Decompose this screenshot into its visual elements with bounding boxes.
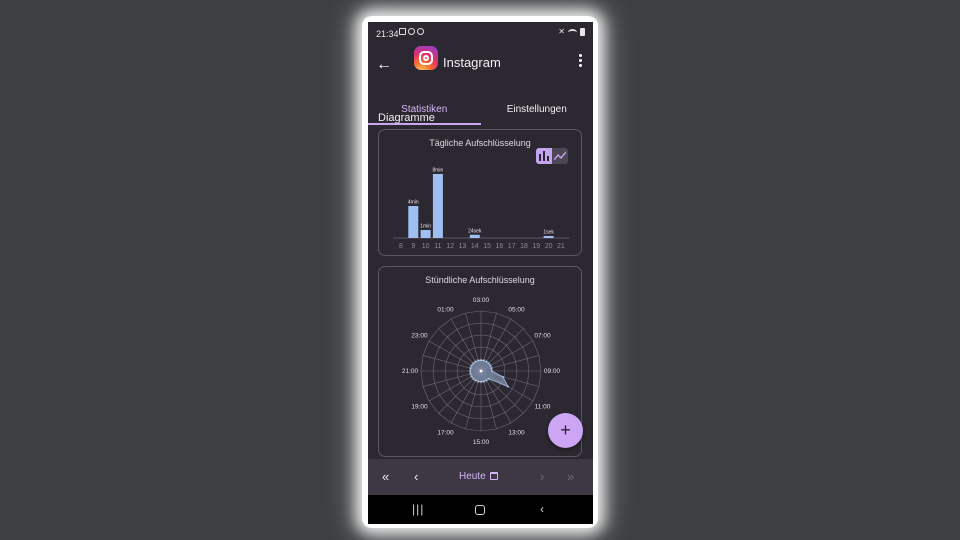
x-tick-9: 9 — [411, 243, 415, 250]
recent-apps-icon[interactable]: ||| — [412, 495, 424, 524]
data-point-05 — [485, 360, 488, 363]
date-navigation-bar: « ‹ Heute › » — [368, 459, 593, 495]
data-label-11: 8min — [432, 168, 443, 174]
data-point-14 — [482, 380, 485, 383]
data-point-08 — [490, 367, 493, 370]
instagram-logo-icon — [414, 46, 438, 70]
daily-chart-card: Tägliche Aufschlüsselung 8 4min 9 1min 10 8mi… — [378, 129, 582, 256]
bar-11 — [432, 174, 443, 238]
add-fab-button[interactable]: + — [548, 413, 583, 448]
data-point-10 — [502, 376, 504, 378]
hour-tick-1100: 11:00 — [535, 404, 551, 411]
center-dot — [479, 369, 483, 373]
system-nav-bar: ||| ‹ — [368, 495, 593, 524]
data-point-03 — [480, 359, 482, 362]
x-tick-14: 14 — [471, 243, 479, 250]
data-point-17 — [474, 379, 477, 382]
today-label: Heute — [459, 471, 486, 482]
bar-10 — [420, 230, 431, 238]
next-icon[interactable]: › — [540, 459, 544, 495]
home-icon[interactable] — [475, 505, 485, 515]
data-point-11 — [507, 385, 509, 388]
bar-20 — [543, 236, 554, 238]
bar-14 — [469, 234, 480, 238]
app-title: Instagram — [443, 55, 501, 70]
hour-tick-1900: 19:00 — [411, 404, 428, 411]
data-polygon — [469, 359, 509, 388]
previous-icon[interactable]: ‹ — [414, 459, 418, 495]
x-tick-21: 21 — [557, 243, 565, 250]
hour-tick-1300: 13:00 — [508, 430, 525, 437]
data-point-23 — [470, 364, 473, 367]
phone-screen: 21:34 ✕ ← Instagram Statistiken Einstell… — [368, 22, 593, 524]
hour-tick-2300: 23:00 — [411, 333, 428, 340]
notification-icons — [399, 28, 424, 35]
data-label-14: 24sek — [468, 228, 482, 234]
x-tick-12: 12 — [446, 243, 454, 250]
data-point-12 — [487, 377, 490, 380]
x-tick-16: 16 — [496, 243, 504, 250]
data-label-10: 1min — [420, 224, 431, 230]
calendar-icon — [489, 472, 498, 480]
hour-tick-1700: 17:00 — [437, 430, 454, 437]
data-point-13 — [485, 379, 488, 382]
data-point-22 — [469, 367, 472, 370]
more-vert-icon[interactable] — [579, 54, 583, 67]
battery-icon — [580, 28, 585, 36]
tab-einstellungen[interactable]: Einstellungen — [481, 92, 594, 125]
wifi-icon — [568, 28, 577, 36]
today-button[interactable]: Heute — [459, 459, 498, 495]
hour-tick-0700: 07:00 — [534, 333, 551, 340]
x-tick-13: 13 — [459, 243, 467, 250]
hour-tick-0300: 03:00 — [473, 297, 490, 304]
hour-tick-2100: 21:00 — [402, 368, 419, 375]
data-point-07 — [489, 364, 492, 367]
hour-tick-1500: 15:00 — [473, 439, 490, 446]
data-point-04 — [482, 359, 485, 362]
back-arrow-icon[interactable]: ← — [376, 56, 392, 74]
data-point-09 — [490, 370, 493, 372]
x-tick-18: 18 — [520, 243, 528, 250]
x-tick-20: 20 — [545, 243, 553, 250]
bar-9 — [408, 206, 419, 238]
data-label-9: 4min — [408, 200, 419, 206]
last-page-icon[interactable]: » — [567, 459, 574, 495]
system-back-icon[interactable]: ‹ — [540, 495, 544, 524]
data-point-19 — [470, 375, 473, 378]
section-title: Diagramme — [378, 112, 435, 124]
data-point-20 — [469, 372, 472, 375]
x-tick-17: 17 — [508, 243, 516, 250]
data-point-21 — [469, 370, 472, 372]
image-icon — [399, 28, 406, 35]
x-tick-10: 10 — [422, 243, 430, 250]
data-point-15 — [480, 380, 482, 383]
x-tick-19: 19 — [532, 243, 540, 250]
x-tick-15: 15 — [483, 243, 491, 250]
app-bar: ← Instagram — [368, 46, 593, 92]
data-point-01 — [474, 360, 477, 363]
x-tick-8: 8 — [399, 243, 403, 250]
check-circle-icon — [408, 28, 415, 35]
hour-tick-0900: 09:00 — [544, 368, 561, 375]
data-point-00 — [472, 362, 475, 365]
status-time: 21:34 — [376, 29, 399, 39]
daily-bar-chart: 8 4min 9 1min 10 8min 11 12 13 24sek 14 15 16 17 18 19 1… — [393, 168, 569, 250]
data-point-18 — [472, 377, 475, 380]
data-point-06 — [487, 362, 490, 365]
check-circle-icon — [417, 28, 424, 35]
data-label-20: 1sek — [543, 230, 554, 236]
data-point-02 — [477, 359, 480, 362]
status-bar: 21:34 ✕ — [368, 22, 593, 46]
x-tick-11: 11 — [434, 243, 441, 250]
mute-icon: ✕ — [558, 27, 565, 36]
hour-tick-0500: 05:00 — [508, 307, 525, 314]
hour-tick-0100: 01:00 — [437, 307, 454, 314]
data-point-16 — [477, 380, 480, 383]
first-page-icon[interactable]: « — [382, 459, 389, 495]
system-icons: ✕ — [558, 28, 585, 36]
